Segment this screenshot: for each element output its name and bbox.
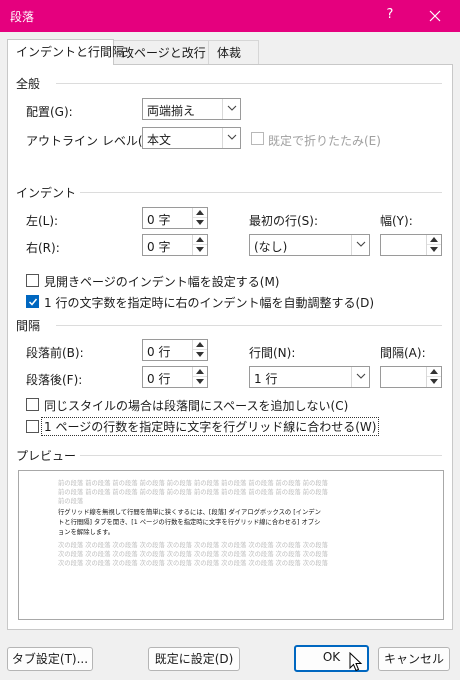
preview-section-label: プレビュー bbox=[16, 449, 77, 463]
chevron-down-icon bbox=[227, 105, 237, 111]
space-after-label: 段落後(F): bbox=[26, 373, 83, 387]
line-spacing-value: 1 行 bbox=[254, 372, 278, 386]
preview-previous-line: 前の段落 bbox=[58, 498, 84, 505]
general-separator bbox=[56, 83, 442, 84]
triangle-up-icon bbox=[430, 237, 438, 242]
alignment-label: 配置(G): bbox=[26, 105, 73, 119]
space-after-spinner[interactable]: 0 行 bbox=[142, 366, 208, 388]
triangle-up-icon bbox=[430, 369, 438, 374]
triangle-down-icon bbox=[196, 220, 204, 225]
triangle-down-icon bbox=[430, 379, 438, 384]
paragraph-preview: 前の段落 前の段落 前の段落 前の段落 前の段落 前の段落 前の段落 前の段落 … bbox=[18, 470, 444, 620]
indent-right-value: 0 字 bbox=[147, 240, 171, 254]
indent-left-spinner[interactable]: 0 字 bbox=[142, 207, 208, 229]
indent-width-label: 幅(Y): bbox=[380, 214, 413, 228]
preview-previous-line: 前の段落 前の段落 前の段落 前の段落 前の段落 前の段落 前の段落 前の段落 … bbox=[58, 489, 328, 496]
spacing-at-up[interactable] bbox=[427, 367, 441, 377]
spacing-at-label: 間隔(A): bbox=[380, 346, 426, 360]
collapsed-checkbox[interactable] bbox=[251, 132, 264, 145]
indent-width-down[interactable] bbox=[427, 245, 441, 255]
snap-to-grid-label: 1 ページの行数を指定時に文字を行グリッド線に合わせる(W) bbox=[41, 417, 380, 436]
no-space-same-style-checkbox[interactable] bbox=[26, 398, 39, 411]
indent-left-up[interactable] bbox=[193, 208, 207, 218]
space-before-value: 0 行 bbox=[147, 345, 171, 359]
indent-width-spinner[interactable] bbox=[380, 234, 442, 256]
title-bar: 段落 ? bbox=[0, 0, 460, 32]
indent-left-value: 0 字 bbox=[147, 213, 171, 227]
mouse-cursor-icon bbox=[349, 652, 363, 672]
triangle-up-icon bbox=[196, 342, 204, 347]
spacing-at-down[interactable] bbox=[427, 377, 441, 387]
space-after-down[interactable] bbox=[193, 377, 207, 387]
space-after-up[interactable] bbox=[193, 367, 207, 377]
auto-adjust-indent-label: 1 行の文字数を指定時に右のインデント幅を自動調整する(D) bbox=[44, 296, 375, 310]
indent-section-label: インデント bbox=[16, 186, 77, 200]
chevron-down-icon bbox=[227, 134, 237, 140]
tab-indent-spacing[interactable]: インデントと行間隔 bbox=[7, 39, 124, 65]
preview-separator bbox=[80, 455, 442, 456]
first-line-select[interactable]: (なし) bbox=[249, 234, 370, 256]
alignment-select[interactable]: 両端揃え bbox=[142, 98, 241, 120]
triangle-up-icon bbox=[196, 369, 204, 374]
indent-width-up[interactable] bbox=[427, 235, 441, 245]
triangle-down-icon bbox=[196, 352, 204, 357]
indent-left-down[interactable] bbox=[193, 218, 207, 228]
indent-right-spinner[interactable]: 0 字 bbox=[142, 234, 208, 256]
spacing-separator bbox=[56, 325, 442, 326]
auto-adjust-indent-checkbox[interactable] bbox=[26, 295, 39, 308]
mirror-indents-label: 見開きページのインデント幅を設定する(M) bbox=[44, 275, 280, 289]
tab-line-page-breaks[interactable]: 改ページと改行 bbox=[114, 40, 209, 65]
first-line-value: (なし) bbox=[254, 240, 288, 254]
triangle-up-icon bbox=[196, 210, 204, 215]
indent-left-label: 左(L): bbox=[26, 214, 59, 228]
space-before-down[interactable] bbox=[193, 350, 207, 360]
spacing-at-spinner[interactable] bbox=[380, 366, 442, 388]
spacing-section-label: 間隔 bbox=[16, 319, 41, 333]
triangle-down-icon bbox=[196, 247, 204, 252]
indent-separator bbox=[80, 192, 442, 193]
preview-current-line: トと行間隔] タブを開き、[1 ページの行数を指定時に文字を行グリッド線に合わせ… bbox=[58, 519, 321, 526]
triangle-down-icon bbox=[196, 379, 204, 384]
outline-level-label: アウトライン レベル(O): bbox=[26, 134, 161, 148]
outline-level-select[interactable]: 本文 bbox=[142, 127, 241, 149]
preview-current-line: 行グリッド線を無視して行間を簡単に狭くするには、[段落] ダイアログボックスの … bbox=[58, 509, 321, 516]
triangle-up-icon bbox=[196, 237, 204, 242]
space-before-label: 段落前(B): bbox=[26, 346, 84, 360]
line-spacing-select[interactable]: 1 行 bbox=[249, 366, 370, 388]
checkmark-icon bbox=[28, 298, 38, 306]
close-icon bbox=[429, 10, 441, 22]
close-button[interactable] bbox=[425, 7, 445, 25]
mirror-indents-checkbox[interactable] bbox=[26, 274, 39, 287]
window-title: 段落 bbox=[10, 10, 35, 24]
space-after-value: 0 行 bbox=[147, 372, 171, 386]
chevron-down-icon bbox=[356, 241, 366, 247]
preview-next-line: 次の段落 次の段落 次の段落 次の段落 次の段落 次の段落 次の段落 次の段落 … bbox=[58, 542, 328, 549]
triangle-down-icon bbox=[430, 247, 438, 252]
preview-previous-line: 前の段落 前の段落 前の段落 前の段落 前の段落 前の段落 前の段落 前の段落 … bbox=[58, 480, 328, 487]
line-spacing-label: 行間(N): bbox=[249, 346, 296, 360]
tabs-button[interactable]: タブ設定(T)... bbox=[7, 647, 93, 671]
preview-next-line: 次の段落 次の段落 次の段落 次の段落 次の段落 次の段落 次の段落 次の段落 … bbox=[58, 560, 328, 567]
general-section-label: 全般 bbox=[16, 77, 41, 91]
space-before-up[interactable] bbox=[193, 340, 207, 350]
preview-next-line: 次の段落 次の段落 次の段落 次の段落 次の段落 次の段落 次の段落 次の段落 … bbox=[58, 551, 328, 558]
first-line-label: 最初の行(S): bbox=[249, 214, 319, 228]
outline-level-value: 本文 bbox=[147, 133, 172, 147]
set-default-button[interactable]: 既定に設定(D) bbox=[148, 647, 240, 671]
snap-to-grid-checkbox[interactable] bbox=[26, 420, 39, 433]
space-before-spinner[interactable]: 0 行 bbox=[142, 339, 208, 361]
no-space-same-style-label: 同じスタイルの場合は段落間にスペースを追加しない(C) bbox=[44, 399, 349, 413]
tab-typography[interactable]: 体裁 bbox=[209, 40, 259, 65]
alignment-value: 両端揃え bbox=[147, 104, 196, 118]
indent-right-up[interactable] bbox=[193, 235, 207, 245]
cancel-button[interactable]: キャンセル bbox=[378, 647, 450, 671]
indent-right-label: 右(R): bbox=[26, 241, 60, 255]
indent-right-down[interactable] bbox=[193, 245, 207, 255]
collapsed-label: 既定で折りたたみ(E) bbox=[268, 134, 381, 148]
chevron-down-icon bbox=[356, 373, 366, 379]
preview-current-line: ョンを解除します。 bbox=[58, 529, 115, 536]
help-button[interactable]: ? bbox=[380, 7, 400, 22]
